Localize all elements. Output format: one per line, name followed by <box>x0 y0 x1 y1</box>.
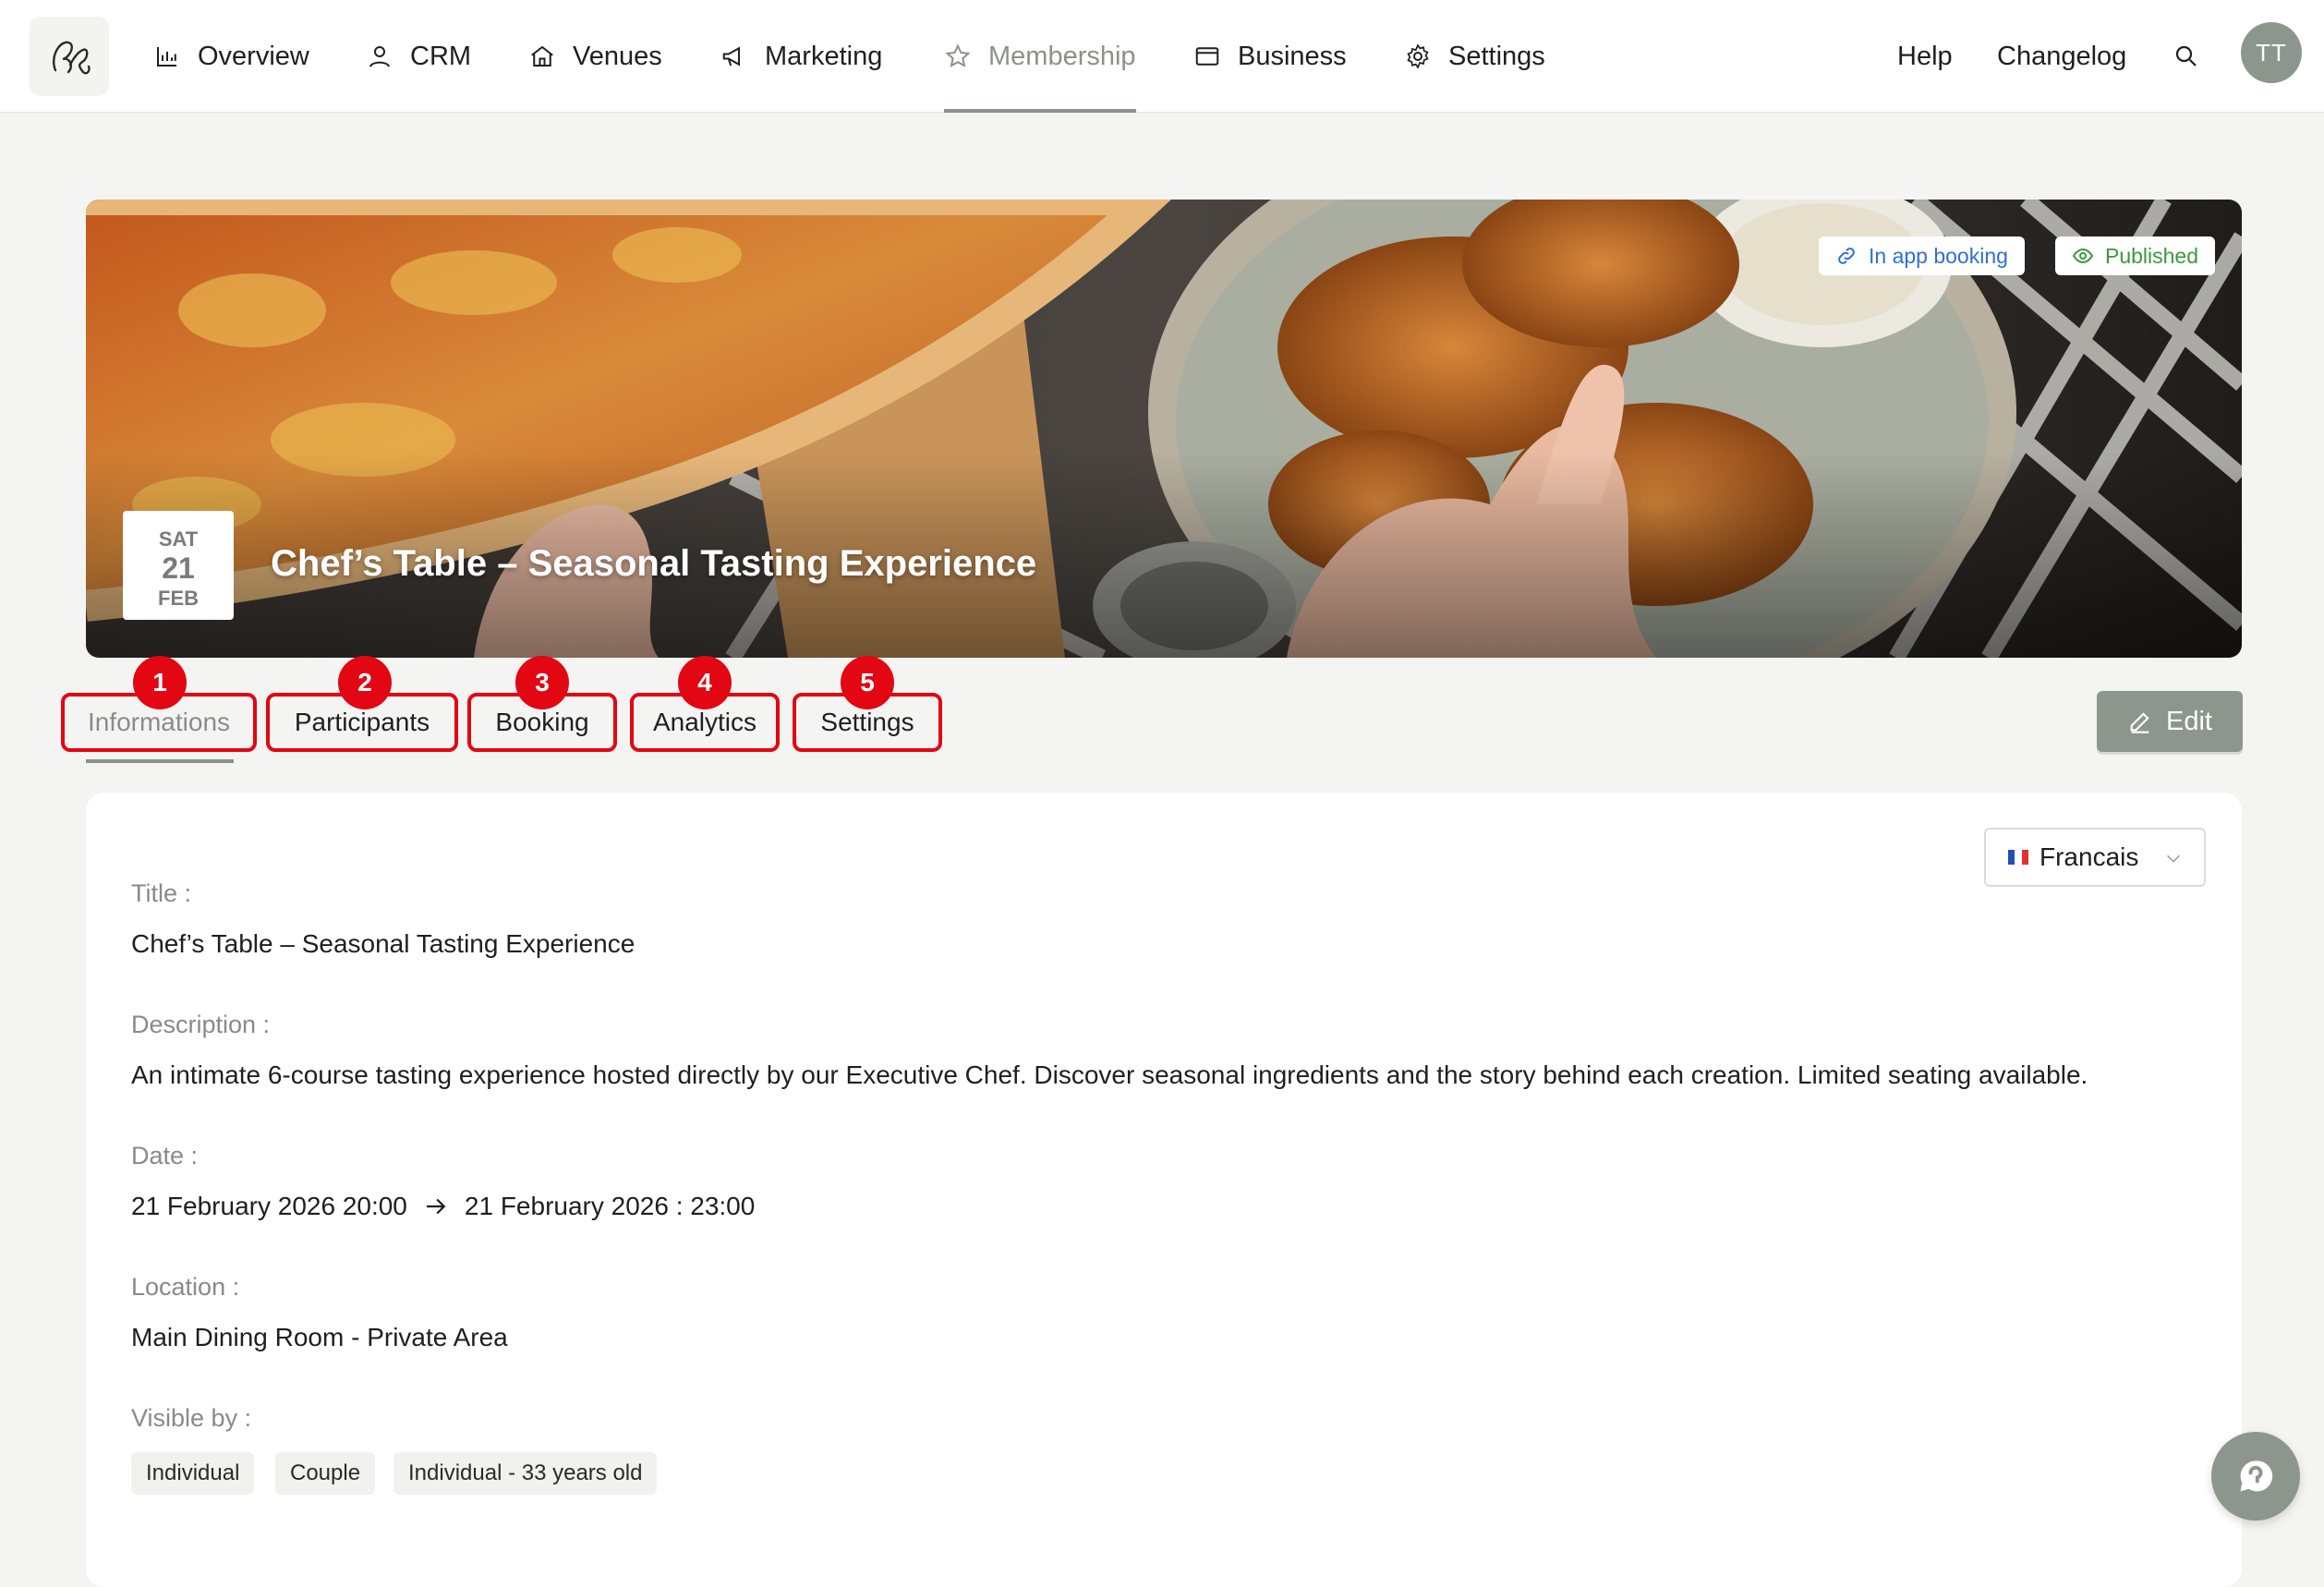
tab-label: Settings <box>820 708 914 736</box>
description-label: Description : <box>131 1011 271 1038</box>
title-value: Chef’s Table – Seasonal Tasting Experien… <box>131 929 635 958</box>
nav-item-settings[interactable]: Settings <box>1404 0 1545 113</box>
date-start: 21 February 2026 20:00 <box>131 1192 407 1220</box>
badge-label: In app booking <box>1869 243 2008 268</box>
chart-icon <box>157 47 176 67</box>
nav-item-overview[interactable]: Overview <box>153 0 309 113</box>
active-tab-indicator <box>86 759 234 763</box>
nav-item-business[interactable]: Business <box>1193 0 1347 113</box>
annotation-marker-4: 4 <box>678 656 732 709</box>
search-icon <box>2175 45 2197 67</box>
date-month: FEB <box>158 587 199 610</box>
tab-label: Participants <box>294 708 430 736</box>
nav-item-crm[interactable]: CRM <box>366 0 471 113</box>
language-selected: Francais <box>2040 842 2139 871</box>
link-icon <box>1838 248 1855 264</box>
wallet-icon <box>1195 47 1219 66</box>
support-chat-button[interactable] <box>2211 1432 2300 1520</box>
pencil-icon <box>2130 712 2149 733</box>
date-weekday: SAT <box>158 527 199 551</box>
tab-label: Informations <box>87 708 231 736</box>
annotation-marker-5: 5 <box>841 656 894 709</box>
nav-item-label: CRM <box>410 41 472 71</box>
annotation-marker-3: 3 <box>515 656 569 709</box>
nav-item-label: Settings <box>1448 41 1545 71</box>
edit-button-label: Edit <box>2166 706 2212 736</box>
search-button[interactable] <box>2173 0 2200 113</box>
visibility-chip: Individual <box>131 1452 255 1495</box>
published-badge: Published <box>2055 236 2216 275</box>
date-label: Date : <box>131 1142 199 1169</box>
star-icon <box>945 43 971 67</box>
visibility-chip: Couple <box>275 1452 376 1495</box>
changelog-link[interactable]: Changelog <box>1997 0 2126 113</box>
date-end: 21 February 2026 : 23:00 <box>464 1192 756 1220</box>
location-value: Main Dining Room - Private Area <box>131 1323 508 1351</box>
chat-bubble-icon <box>2240 1460 2273 1492</box>
date-range: 21 February 2026 20:00 21 February 2026 … <box>131 1192 755 1221</box>
nav-item-venues[interactable]: Venues <box>528 0 662 113</box>
language-select[interactable]: Francais <box>1984 828 2206 887</box>
user-icon <box>369 46 390 67</box>
eye-icon <box>2072 248 2094 264</box>
tab-label: Booking <box>495 708 589 736</box>
nav-item-label: Overview <box>198 41 309 71</box>
annotation-marker-1: 1 <box>133 656 187 709</box>
megaphone-icon <box>722 46 740 67</box>
nav-item-membership[interactable]: Membership <box>944 0 1136 113</box>
nav-item-label: Business <box>1238 41 1347 71</box>
in-app-booking-badge: In app booking <box>1819 236 2025 275</box>
event-date-card: SAT 21 FEB <box>123 511 234 620</box>
event-hero: In app booking Published SAT 21 FEB Chef… <box>86 200 2242 658</box>
title-label: Title : <box>131 879 192 907</box>
help-link[interactable]: Help <box>1897 0 1953 113</box>
france-flag-icon <box>2008 850 2028 865</box>
logo[interactable] <box>30 17 109 96</box>
annotation-marker-2: 2 <box>338 656 392 709</box>
top-navigation: Overview CRM Venues Marketing Membership… <box>0 0 2324 113</box>
gear-icon <box>1407 43 1429 69</box>
home-icon <box>531 45 553 67</box>
nav-item-label: Membership <box>988 41 1136 71</box>
description-value: An intimate 6-course tasting experience … <box>131 1060 2088 1089</box>
tab-label: Analytics <box>652 708 757 736</box>
nav-item-label: Venues <box>573 41 662 71</box>
logo-monogram-icon <box>53 41 91 75</box>
visible-by-label: Visible by : <box>131 1404 252 1432</box>
location-label: Location : <box>131 1273 240 1301</box>
avatar[interactable]: TT <box>2241 22 2302 83</box>
badge-label: Published <box>2105 243 2199 268</box>
chevron-down-icon <box>2167 854 2180 863</box>
nav-item-label: Marketing <box>765 41 883 71</box>
edit-button[interactable]: Edit <box>2097 691 2243 752</box>
date-day: 21 <box>162 551 195 585</box>
visibility-chip: Individual - 33 years old <box>393 1452 658 1495</box>
event-title: Chef’s Table – Seasonal Tasting Experien… <box>271 543 1037 584</box>
arrow-right-icon <box>426 1198 446 1215</box>
nav-item-marketing[interactable]: Marketing <box>720 0 882 113</box>
